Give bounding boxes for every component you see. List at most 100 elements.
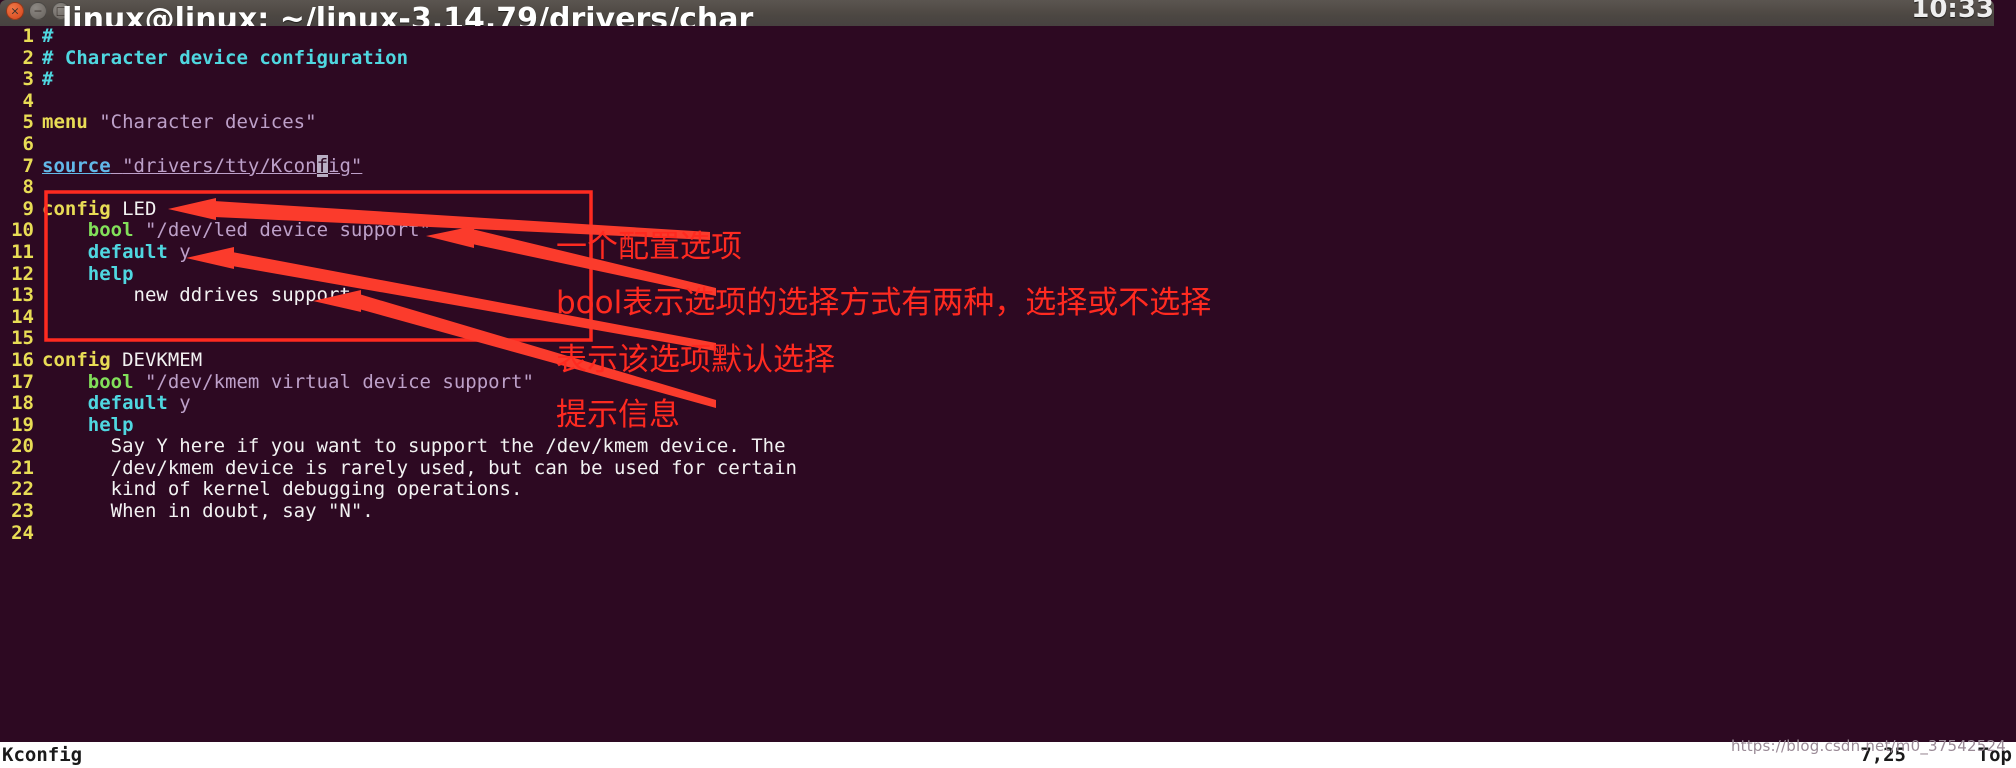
code-line[interactable]: 23 When in doubt, say "N". <box>0 500 2016 523</box>
line-content: help <box>42 414 134 436</box>
token-plain: When in doubt, say "N". <box>42 500 374 523</box>
window-controls: × − □ <box>6 2 70 20</box>
code-line[interactable]: 18 default y <box>0 392 2016 415</box>
line-number: 8 <box>22 176 34 199</box>
token-comment: # <box>42 68 54 91</box>
annotation-label-default-meaning: 表示该选项默认选择 <box>556 342 835 378</box>
code-line[interactable]: 5 menu "Character devices" <box>0 112 2016 134</box>
line-number: 21 <box>11 456 34 479</box>
code-line[interactable]: 24 <box>0 521 2016 545</box>
code-line[interactable]: 21 /dev/kmem device is rarely used, but … <box>0 456 2016 480</box>
token-kw: menu <box>42 111 88 134</box>
line-number: 5 <box>22 111 34 134</box>
code-line[interactable]: 10 bool "/dev/led device support" <box>0 220 2016 242</box>
code-line[interactable]: 20 Say Y here if you want to support the… <box>0 435 2016 458</box>
minimize-icon[interactable]: − <box>29 2 47 20</box>
token-prop: default <box>87 392 168 415</box>
token-prop: default <box>87 240 168 263</box>
line-number: 24 <box>11 521 34 544</box>
status-filename: Kconfig <box>2 744 83 766</box>
close-icon[interactable]: × <box>6 2 24 20</box>
line-content: bool "/dev/led device support" <box>42 219 431 242</box>
line-number: 3 <box>22 68 34 91</box>
line-content: new ddrives support. <box>42 284 363 307</box>
line-content: # <box>42 68 53 90</box>
code-line[interactable]: 4 <box>0 89 2016 113</box>
line-number: 12 <box>11 262 34 285</box>
token-str: "Character devices" <box>99 111 317 134</box>
annotation-label-help-meaning: 提示信息 <box>556 397 680 433</box>
system-clock: 10:33 <box>1911 0 1994 24</box>
line-content: /dev/kmem device is rarely used, but can… <box>42 457 797 479</box>
token-comment: # <box>42 25 54 47</box>
line-content: bool "/dev/kmem virtual device support" <box>42 371 534 393</box>
code-line[interactable]: 22 kind of kernel debugging operations. <box>0 479 2016 501</box>
token-src: source <box>42 154 111 177</box>
vim-editor-buffer[interactable]: 1 #2 # Character device configuration 3 #4 5 m… <box>0 25 2016 742</box>
line-number: 17 <box>11 370 34 393</box>
code-line[interactable]: 7 source "drivers/tty/Kconfig" <box>0 154 2016 178</box>
line-content: # <box>42 25 53 47</box>
line-content: Say Y here if you want to support the /d… <box>42 435 786 457</box>
code-line[interactable]: 9 config LED <box>0 198 2016 221</box>
line-number: 4 <box>22 89 34 112</box>
token-kw: config <box>42 348 111 371</box>
line-content: # Character device configuration <box>42 47 408 69</box>
code-line[interactable]: 2 # Character device configuration <box>0 46 2016 70</box>
token-type: bool <box>87 370 134 393</box>
line-number: 15 <box>11 327 34 350</box>
line-content: config DEVKMEM <box>42 349 202 371</box>
code-line[interactable]: 17 bool "/dev/kmem virtual device suppor… <box>0 370 2016 394</box>
token-plain: /dev/kmem device is rarely used, but can… <box>42 456 797 479</box>
line-content: When in doubt, say "N". <box>42 500 374 522</box>
line-number: 23 <box>11 500 34 523</box>
window-title: linux@linux: ~/linux-3.14.79/drivers/cha… <box>62 2 754 28</box>
code-line[interactable]: 19 help <box>0 413 2016 437</box>
token-type: bool <box>87 219 134 242</box>
code-line[interactable]: 1 # <box>0 25 2016 48</box>
line-number: 1 <box>22 25 34 47</box>
line-content: source "drivers/tty/Kconfig" <box>42 154 362 177</box>
token-srcpath <box>111 155 122 177</box>
line-content: config LED <box>42 198 156 220</box>
line-number: 6 <box>22 132 34 155</box>
line-number: 2 <box>22 46 34 69</box>
line-number: 22 <box>11 478 34 501</box>
line-content: default y <box>42 241 191 263</box>
token-val: y <box>179 392 191 415</box>
line-content: default y <box>42 392 191 414</box>
line-number: 13 <box>11 284 34 307</box>
terminal-window-screenshot: × − □ linux@linux: ~/linux-3.14.79/drive… <box>0 0 2016 768</box>
token-cursor: f <box>316 154 329 177</box>
code-line[interactable]: 3 # <box>0 68 2016 91</box>
line-number: 11 <box>11 240 34 263</box>
code-line[interactable]: 6 <box>0 132 2016 156</box>
token-val: y <box>179 240 191 263</box>
line-number: 19 <box>11 413 34 436</box>
code-line[interactable]: 11 default y <box>0 240 2016 264</box>
token-comment: # Character device configuration <box>42 46 409 69</box>
code-line[interactable]: 15 <box>0 328 2016 350</box>
token-prop: help <box>87 413 134 436</box>
line-number: 10 <box>11 219 34 242</box>
token-plain: Say Y here if you want to support the /d… <box>42 435 786 458</box>
code-line[interactable]: 16 config DEVKMEM <box>0 349 2016 372</box>
code-line[interactable]: 12 help <box>0 262 2016 286</box>
window-titlebar: × − □ linux@linux: ~/linux-3.14.79/drive… <box>0 0 1994 28</box>
line-content: menu "Character devices" <box>42 111 317 134</box>
token-plain: kind of kernel debugging operations. <box>42 478 523 501</box>
line-content: help <box>42 263 134 285</box>
token-plain: new ddrives support. <box>42 284 363 307</box>
close-glyph: × <box>10 4 20 18</box>
code-line[interactable]: 8 <box>0 177 2016 199</box>
